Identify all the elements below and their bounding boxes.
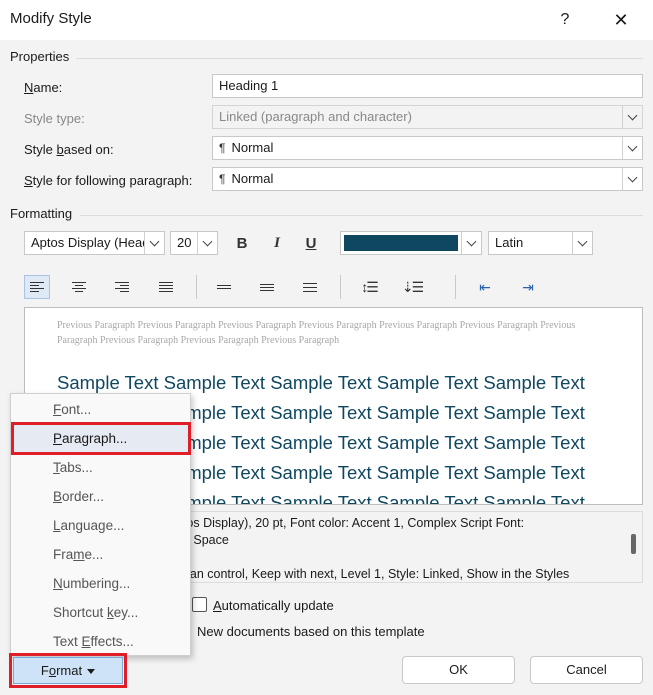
menu-item-text-effects[interactable]: Text Effects... [11,627,190,656]
based-on-select[interactable]: ¶ Normal [212,136,643,160]
description-line: phan control, Keep with next, Level 1, S… [176,567,570,581]
underline-button[interactable]: U [298,231,324,255]
font-select[interactable]: Aptos Display (Head [24,231,165,255]
chevron-down-icon[interactable] [622,137,642,159]
menu-item-numbering[interactable]: Numbering... [11,569,190,598]
align-left-icon [30,281,44,293]
close-button[interactable]: ✕ [607,6,635,34]
description-line: ptos Display), 20 pt, Font color: Accent… [176,516,525,530]
title-bar: Modify Style ? ✕ [0,0,653,40]
align-right-button[interactable] [109,275,135,299]
style-type-value: Linked (paragraph and character) [219,109,412,124]
single-spacing-icon [217,282,231,293]
double-spacing-button[interactable] [297,275,323,299]
toolbar-divider [455,275,456,299]
font-color-swatch [344,235,458,251]
style-type-label: Style type: [24,111,85,126]
menu-item-font[interactable]: Font... [11,395,190,424]
previous-paragraph-text: Previous Paragraph Previous Paragraph Pr… [57,320,576,346]
help-button[interactable]: ? [551,6,579,34]
increase-spacing-icon: ↕☰ [361,278,379,295]
based-on-value: Normal [231,140,274,155]
scrollbar-thumb[interactable] [631,534,636,554]
menu-item-border[interactable]: Border... [11,482,190,511]
pilcrow-icon: ¶ [219,141,226,155]
decrease-spacing-icon: ⇣☰ [401,278,424,295]
menu-item-frame[interactable]: Frame... [11,540,190,569]
toolbar-divider [196,275,197,299]
decrease-indent-button[interactable]: ⇤ [472,275,498,299]
formatting-divider [80,215,643,216]
chevron-down-icon[interactable] [572,232,592,254]
name-label: Name: [24,80,63,95]
name-input[interactable]: Heading 1 [212,74,643,98]
align-center-button[interactable] [66,275,92,299]
following-label: Style for following paragraph: [24,173,193,188]
size-value: 20 [177,235,192,250]
bold-button[interactable]: B [229,231,255,255]
script-select[interactable]: Latin [488,231,593,255]
cancel-button[interactable]: Cancel [530,656,643,684]
align-right-icon [115,281,129,293]
toolbar-divider [340,275,341,299]
chevron-down-icon[interactable] [197,232,217,254]
font-value: Aptos Display (Head [31,235,150,250]
format-highlight-box [9,653,127,688]
dialog-title: Modify Style [10,10,92,27]
increase-indent-button[interactable]: ⇥ [515,275,541,299]
properties-group-label: Properties [10,49,70,64]
formatting-group-label: Formatting [10,206,73,221]
paragraph-highlight-box [11,422,191,455]
increase-spacing-button[interactable]: ↕☰ [356,275,382,299]
align-center-icon [72,281,86,293]
style-type-select[interactable]: Linked (paragraph and character) [212,105,643,129]
justify-button[interactable] [153,275,179,299]
script-value: Latin [495,235,524,250]
following-select[interactable]: ¶ Normal [212,167,643,191]
ok-button[interactable]: OK [402,656,515,684]
one-half-spacing-button[interactable] [254,275,280,299]
new-documents-label: New documents based on this template [197,624,425,639]
pilcrow-icon: ¶ [219,172,226,186]
chevron-down-icon[interactable] [461,232,481,254]
menu-item-tabs[interactable]: Tabs... [11,453,190,482]
decrease-spacing-button[interactable]: ⇣☰ [399,275,425,299]
sample-text-line: Sample Text Sample Text Sample Text Samp… [57,372,585,393]
menu-item-shortcut-key[interactable]: Shortcut key... [11,598,190,627]
justify-icon [159,281,173,293]
auto-update-label: Automatically update [213,598,334,613]
decrease-indent-icon: ⇤ [479,278,491,295]
auto-update-checkbox[interactable] [192,597,207,612]
chevron-down-icon[interactable] [622,106,642,128]
align-left-button[interactable] [24,275,50,299]
based-on-label: Style based on: [24,142,114,157]
properties-divider [76,58,643,59]
double-spacing-icon [303,282,317,293]
description-scrollbar[interactable] [628,520,638,578]
italic-button[interactable]: I [264,231,290,255]
chevron-down-icon[interactable] [622,168,642,190]
following-value: Normal [231,171,274,186]
one-half-spacing-icon [260,282,274,293]
menu-item-language[interactable]: Language... [11,511,190,540]
increase-indent-icon: ⇥ [522,278,534,295]
size-select[interactable]: 20 [170,231,218,255]
chevron-down-icon[interactable] [144,232,164,254]
font-color-select[interactable] [340,231,482,255]
single-spacing-button[interactable] [211,275,237,299]
